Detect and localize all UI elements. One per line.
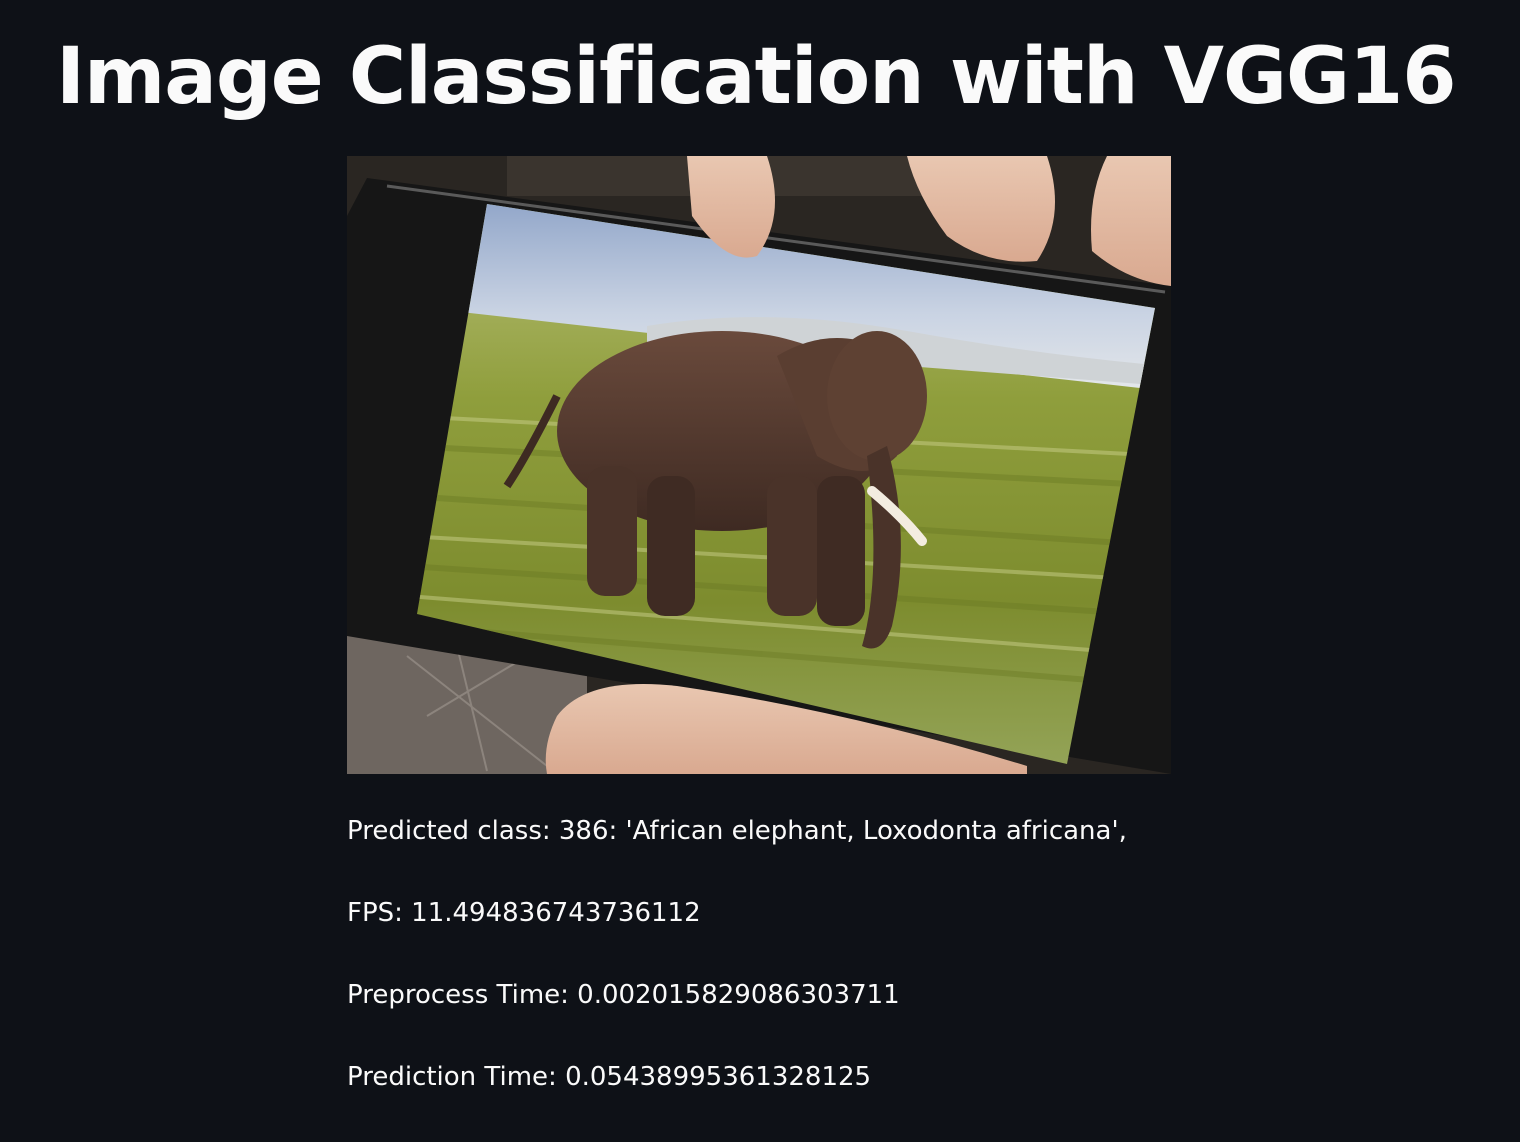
fps-text: FPS: 11.494836743736112 (347, 898, 701, 928)
preprocess-time-text: Preprocess Time: 0.002015829086303711 (347, 980, 900, 1010)
predicted-class-text: Predicted class: 386: 'African elephant,… (347, 816, 1127, 846)
prediction-time-text: Prediction Time: 0.05438995361328125 (347, 1062, 872, 1092)
uploaded-image (347, 156, 1171, 774)
page-title: Image Classification with VGG16 (56, 32, 1457, 122)
